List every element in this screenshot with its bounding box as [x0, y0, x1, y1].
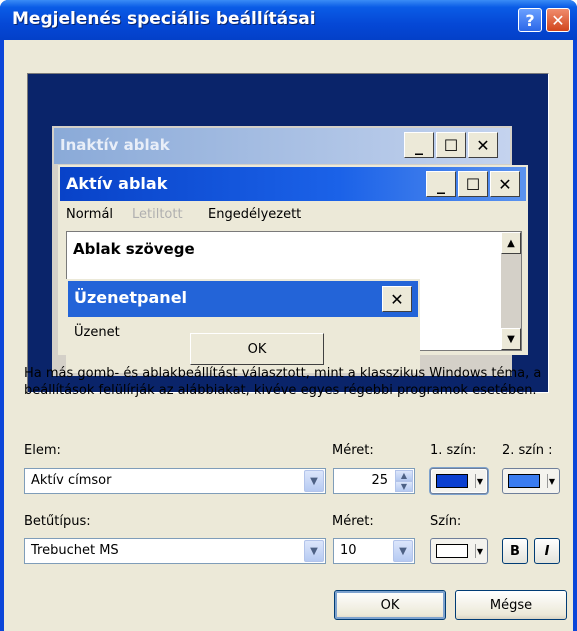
dialog-title: Megjelenés speciális beállításai — [12, 9, 316, 29]
chevron-down-icon[interactable]: ▼ — [304, 470, 324, 492]
active-title-text: Aktív ablak — [66, 174, 168, 193]
minimize-icon: _ — [426, 171, 456, 197]
window-text-label: Ablak szövege — [73, 240, 195, 258]
color2-label: 2. szín : — [502, 443, 553, 458]
inactive-title-bar[interactable]: Inaktív ablak _ ☐ ✕ — [54, 128, 510, 164]
inactive-title-text: Inaktív ablak — [60, 136, 170, 154]
minimize-icon: _ — [404, 132, 434, 158]
scroll-up-icon[interactable]: ▲ — [501, 232, 521, 254]
message-box-text: Üzenet — [74, 325, 120, 340]
spin-down-icon[interactable]: ▼ — [395, 481, 413, 492]
color1-picker-button[interactable]: ▼ — [430, 468, 488, 494]
title-bar: Megjelenés speciális beállításai ? ✕ — [0, 0, 577, 40]
preview-menu-bar[interactable]: Normál Letiltott Engedélyezett — [60, 202, 526, 228]
close-icon: ✕ — [468, 132, 498, 158]
dialog-window: Megjelenés speciális beállításai ? ✕ Ina… — [0, 0, 577, 631]
color2-picker-button[interactable]: ▼ — [502, 468, 560, 494]
ok-button[interactable]: OK — [334, 590, 446, 620]
info-text: Ha más gomb- és ablakbeállítást választo… — [24, 366, 542, 398]
cancel-button[interactable]: Mégse — [455, 590, 567, 620]
message-box-title: Üzenetpanel — [74, 288, 188, 307]
font-label: Betűtípus: — [24, 514, 91, 529]
font-color-picker-button[interactable]: ▼ — [430, 538, 488, 564]
font-select[interactable]: Trebuchet MS ▼ — [24, 538, 326, 564]
close-button[interactable]: ✕ — [546, 8, 570, 32]
close-icon: ✕ — [490, 171, 520, 197]
dialog-client: Inaktív ablak _ ☐ ✕ Aktív ablak _ ☐ ✕ No… — [4, 40, 573, 631]
chevron-down-icon: ▼ — [475, 544, 484, 558]
menu-item-selected[interactable]: Engedélyezett — [208, 207, 301, 222]
element-size-stepper[interactable]: 25 ▲ ▼ — [333, 468, 415, 494]
color1-label: 1. szín: — [430, 443, 477, 458]
preview-scrollbar[interactable]: ▲ ▼ — [501, 232, 521, 350]
chevron-down-icon: ▼ — [475, 474, 484, 488]
maximize-icon: ☐ — [436, 132, 466, 158]
menu-item-normal[interactable]: Normál — [66, 207, 113, 222]
element-value: Aktív címsor — [31, 473, 112, 488]
chevron-down-icon[interactable]: ▼ — [304, 540, 324, 562]
font-size-label: Méret: — [332, 514, 374, 529]
chevron-down-icon: ▼ — [547, 474, 556, 488]
maximize-icon: ☐ — [458, 171, 488, 197]
color1-swatch — [436, 474, 468, 488]
element-size-value: 25 — [371, 473, 388, 488]
bold-button[interactable]: B — [502, 538, 528, 564]
scroll-down-icon[interactable]: ▼ — [501, 328, 521, 350]
preview-message-box[interactable]: Üzenetpanel ✕ Üzenet OK — [66, 279, 420, 373]
appearance-preview[interactable]: Inaktív ablak _ ☐ ✕ Aktív ablak _ ☐ ✕ No… — [27, 73, 549, 393]
italic-button[interactable]: I — [534, 538, 560, 564]
element-select[interactable]: Aktív címsor ▼ — [24, 468, 326, 494]
font-color-swatch — [436, 544, 468, 558]
spin-up-icon[interactable]: ▲ — [395, 470, 413, 481]
font-value: Trebuchet MS — [31, 543, 119, 558]
element-size-label: Méret: — [332, 443, 374, 458]
help-button[interactable]: ? — [518, 8, 542, 32]
close-icon: ✕ — [382, 286, 412, 312]
font-size-value: 10 — [340, 543, 357, 558]
color2-swatch — [508, 474, 540, 488]
message-box-ok-button[interactable]: OK — [190, 333, 324, 365]
font-size-select[interactable]: 10 ▼ — [333, 538, 415, 564]
menu-item-disabled[interactable]: Letiltott — [132, 207, 183, 222]
font-color-label: Szín: — [430, 514, 462, 529]
chevron-down-icon[interactable]: ▼ — [393, 540, 413, 562]
message-box-title-bar[interactable]: Üzenetpanel ✕ — [68, 281, 418, 317]
element-label: Elem: — [24, 443, 61, 458]
active-title-bar[interactable]: Aktív ablak _ ☐ ✕ — [60, 167, 526, 201]
